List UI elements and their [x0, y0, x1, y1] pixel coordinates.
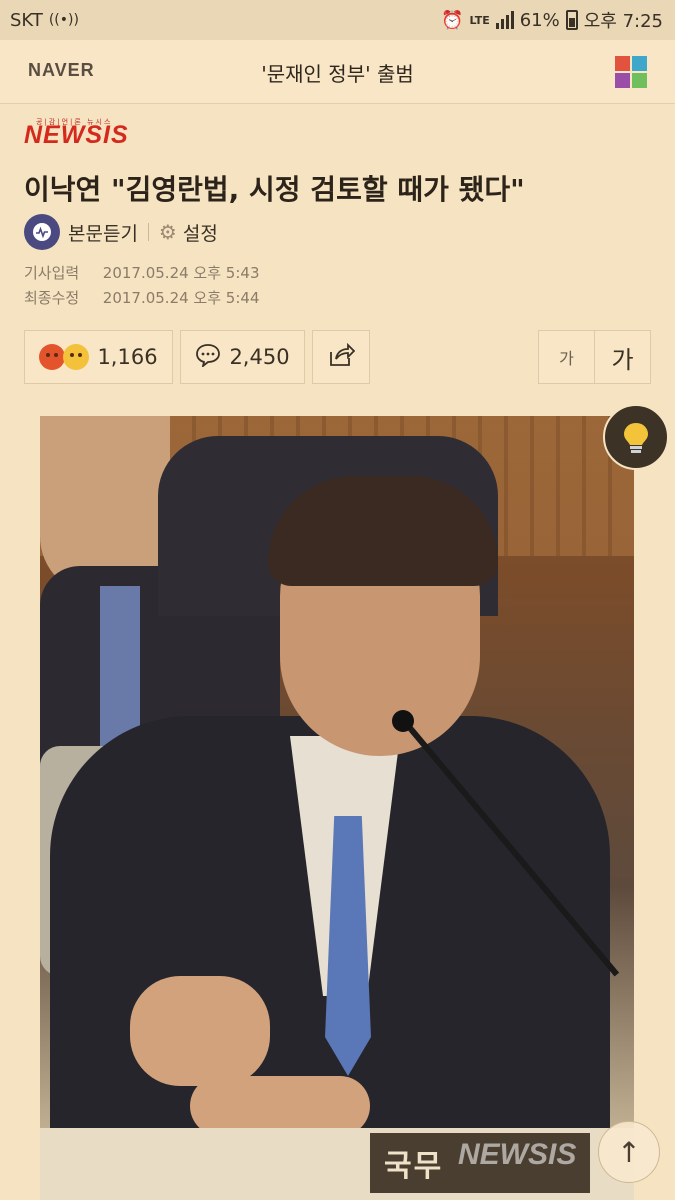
gear-icon[interactable]: ⚙	[159, 220, 177, 244]
battery-percent: 61%	[519, 9, 560, 31]
modified-label: 최종수정	[24, 289, 80, 307]
clock: 오후 7:25	[583, 11, 663, 32]
divider	[147, 223, 149, 241]
page-title: '문재인 정부' 출범	[261, 62, 414, 86]
angry-emoji-icon	[39, 344, 66, 370]
comment-count: 2,450	[229, 345, 290, 369]
published-date: 2017.05.24 오후 5:43	[102, 264, 260, 282]
font-size-control: 가 가	[538, 330, 651, 384]
comment-icon	[195, 343, 221, 372]
published-info: 기사입력 2017.05.24 오후 5:43	[24, 262, 260, 283]
grid-menu-icon[interactable]	[615, 56, 647, 88]
lightbulb-icon[interactable]	[603, 404, 669, 470]
carrier-label: SKT	[10, 9, 43, 31]
comment-button[interactable]: 2,450	[180, 330, 305, 384]
arrow-up-icon: ↑	[617, 1135, 641, 1169]
font-decrease-button[interactable]: 가	[539, 331, 595, 383]
laugh-emoji-icon	[63, 344, 90, 370]
listen-icon[interactable]	[24, 214, 60, 250]
reaction-button[interactable]: 1,166	[24, 330, 173, 384]
signal-broadcast-icon: ((•))	[48, 12, 79, 28]
listen-button[interactable]: 본문듣기	[68, 219, 138, 246]
alarm-icon: ⏰	[441, 9, 464, 31]
modified-date: 2017.05.24 오후 5:44	[102, 289, 260, 307]
share-button[interactable]	[312, 330, 370, 384]
scroll-top-button[interactable]: ↑	[598, 1121, 660, 1183]
network-label: LTE	[469, 13, 490, 27]
signal-icon	[495, 11, 514, 29]
settings-button[interactable]: 설정	[183, 219, 218, 246]
battery-icon	[565, 10, 578, 30]
photo-watermark: NEWSIS	[458, 1138, 577, 1171]
press-logo[interactable]: NEWSIS	[24, 121, 129, 150]
photo-subject-hand-right	[190, 1076, 370, 1136]
reaction-count: 1,166	[97, 345, 158, 369]
app-header: NAVER '문재인 정부' 출범	[0, 40, 675, 104]
photo-microphone-head	[392, 710, 414, 732]
font-increase-button[interactable]: 가	[595, 331, 650, 383]
share-icon	[327, 342, 356, 373]
status-bar: SKT ((•)) ⏰ LTE 61% 오후 7:25	[0, 0, 675, 40]
published-label: 기사입력	[24, 264, 80, 282]
photo-figure-left-tie	[100, 586, 140, 746]
article-headline: 이낙연 "김영란법, 시정 검토할 때가 됐다"	[24, 173, 525, 206]
photo-subject-hand-left	[130, 976, 270, 1086]
article-tools: 본문듣기 ⚙ 설정	[24, 214, 218, 250]
photo-subject-hair	[268, 476, 498, 586]
article-photo	[40, 416, 634, 1200]
modified-info: 최종수정 2017.05.24 오후 5:44	[24, 287, 260, 308]
